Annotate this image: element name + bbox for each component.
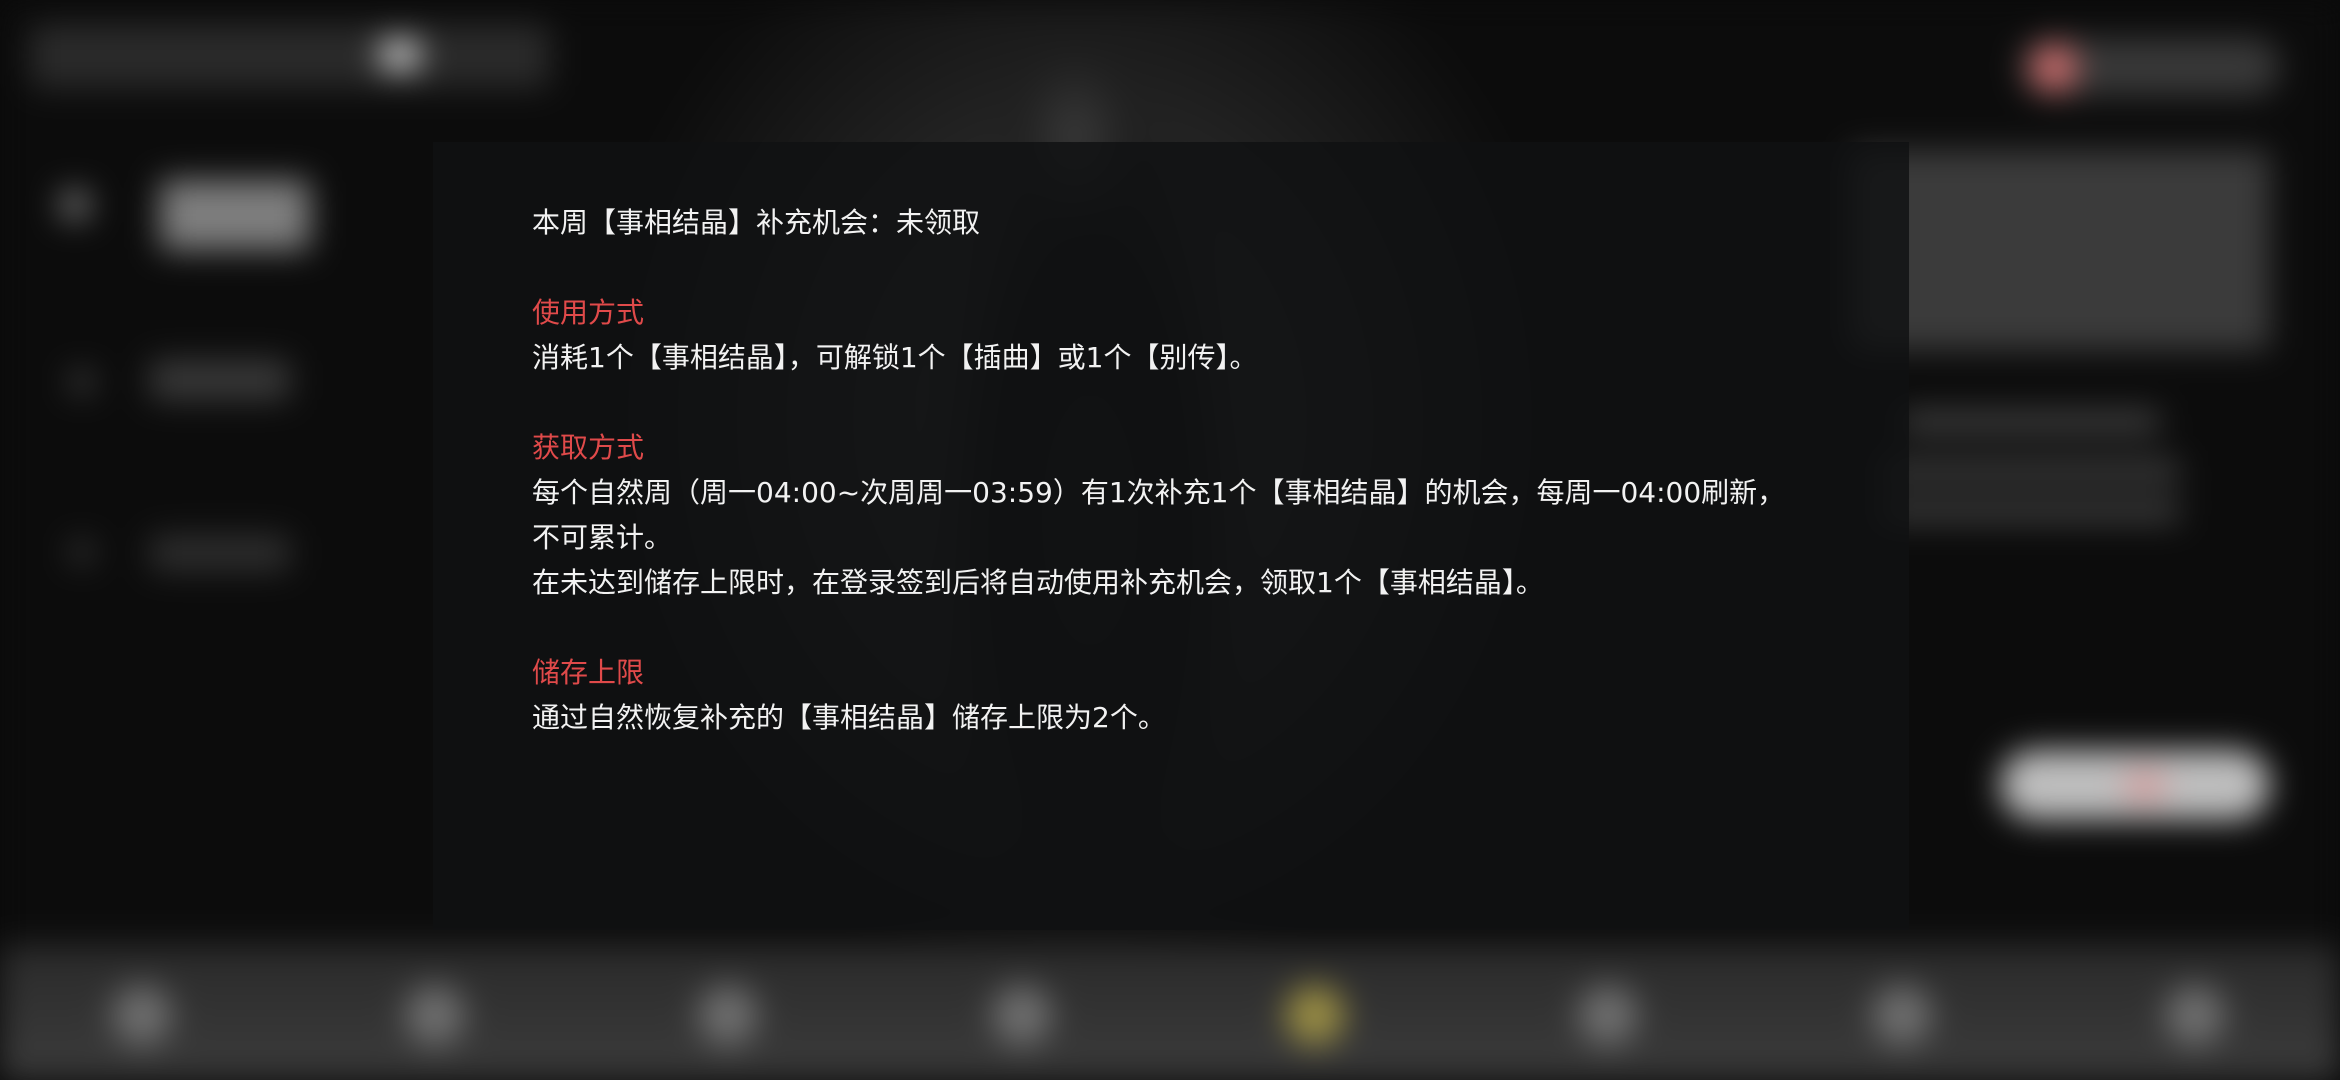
right-panel-blurred — [1850, 150, 2270, 350]
screen: 本周【事相结晶】补充机会：未领取 使用方式 消耗1个【事相结晶】，可解锁1个【插… — [0, 0, 2340, 1080]
obtain-heading: 获取方式 — [532, 431, 645, 464]
info-dialog: 本周【事相结晶】补充机会：未领取 使用方式 消耗1个【事相结晶】，可解锁1个【插… — [433, 142, 1909, 930]
obtain-text-line: 不可累计。 — [532, 521, 673, 554]
usage-heading: 使用方式 — [532, 296, 645, 329]
obtain-text-line: 每个自然周（周一04:00~次周周一03:59）有1次补充1个【事相结晶】的机会… — [532, 476, 1786, 509]
obtain-text-line: 在未达到储存上限时，在登录签到后将自动使用补充机会，领取1个【事相结晶】。 — [532, 566, 1544, 599]
usage-text: 消耗1个【事相结晶】，可解锁1个【插曲】或1个【别传】。 — [532, 341, 1258, 374]
top-left-header-blurred — [30, 24, 550, 88]
storage-limit-text: 通过自然恢复补充的【事相结晶】储存上限为2个。 — [532, 701, 1166, 734]
bottom-nav-blurred — [0, 945, 2340, 1080]
supply-status-text: 本周【事相结晶】补充机会：未领取 — [532, 206, 981, 239]
storage-limit-heading: 储存上限 — [532, 656, 645, 689]
left-menu-blurred — [60, 190, 90, 220]
